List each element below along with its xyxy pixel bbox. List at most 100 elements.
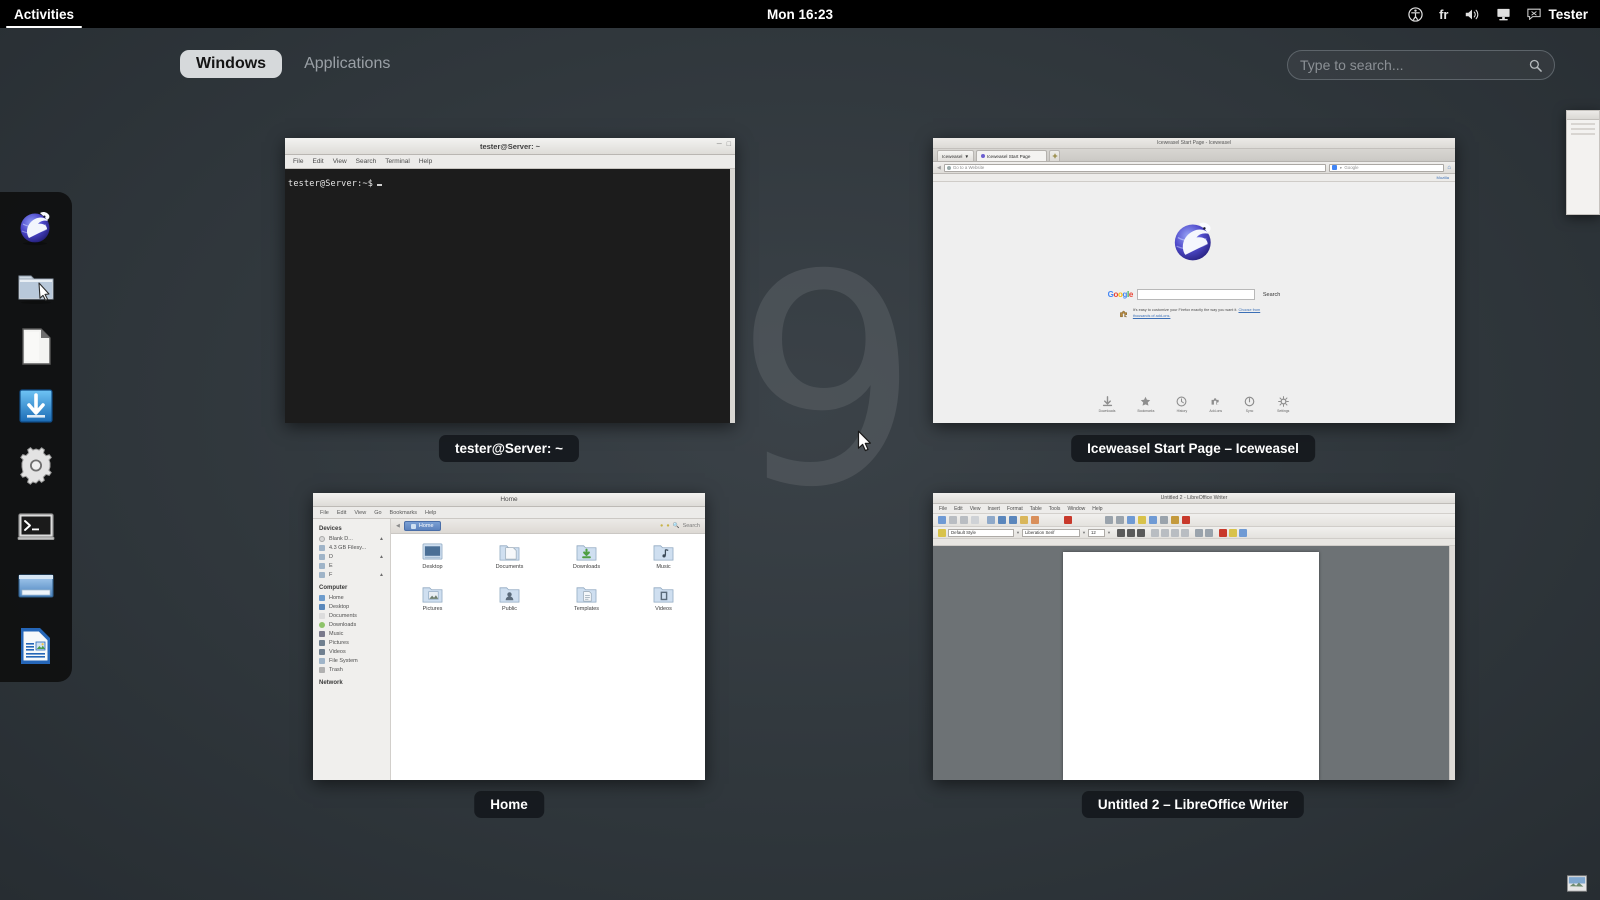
align-center-icon[interactable] — [1160, 528, 1169, 537]
file-item[interactable]: Desktop — [395, 542, 470, 582]
font-color-icon[interactable] — [1218, 528, 1227, 537]
chevron-down-icon[interactable]: ▼ — [1082, 530, 1086, 535]
dash-item-terminal[interactable] — [12, 502, 60, 550]
breadcrumb-home[interactable]: Home — [403, 521, 441, 531]
dash-item-files[interactable] — [12, 262, 60, 310]
eject-icon[interactable]: ▲ — [379, 536, 384, 542]
menu-view[interactable]: View — [333, 158, 347, 165]
special-char-icon[interactable] — [1182, 516, 1190, 524]
menu-file[interactable]: File — [320, 510, 329, 516]
sidebar-item-pictures[interactable]: Pictures — [313, 638, 390, 647]
window-clone-iceweasel[interactable]: Iceweasel Start Page - Iceweasel Iceweas… — [933, 138, 1455, 423]
shortcut-sync[interactable]: Sync — [1244, 396, 1255, 413]
menu-bookmarks[interactable]: Bookmarks — [390, 510, 418, 516]
bookmark-icon[interactable] — [1160, 516, 1168, 524]
sidebar-item-home[interactable]: Home — [313, 593, 390, 602]
dash-item-downloader[interactable] — [12, 382, 60, 430]
menu-table[interactable]: Table — [1030, 506, 1042, 512]
hyperlink-icon[interactable] — [1138, 516, 1146, 524]
shortcut-downloads[interactable]: Downloads — [1099, 396, 1115, 413]
insert-table-icon[interactable] — [1105, 516, 1113, 524]
underline-icon[interactable] — [1136, 528, 1145, 537]
window-label-home[interactable]: Home — [474, 791, 544, 818]
url-bar[interactable]: Go to a Website — [943, 163, 1327, 172]
menu-edit[interactable]: Edit — [954, 506, 963, 512]
list-number-icon[interactable] — [1204, 528, 1213, 537]
dash-item-writer[interactable] — [12, 622, 60, 670]
undo-icon[interactable] — [1020, 516, 1028, 524]
sidebar-device-e[interactable]: E — [313, 561, 390, 570]
bookmark-item-mozilla[interactable]: Mozilla — [1437, 175, 1449, 180]
spellcheck-icon[interactable] — [1064, 516, 1072, 524]
clock-button[interactable]: Mon 16:23 — [767, 0, 833, 28]
menu-tools[interactable]: Tools — [1049, 506, 1061, 512]
menu-file[interactable]: File — [293, 158, 303, 165]
google-search-button[interactable]: Search — [1263, 292, 1280, 298]
home-icon[interactable]: ⌂ — [1447, 165, 1451, 171]
sidebar-item-desktop[interactable]: Desktop — [313, 602, 390, 611]
accessibility-icon[interactable] — [1408, 6, 1423, 22]
formatting-marks-icon[interactable] — [1171, 516, 1179, 524]
menu-help[interactable]: Help — [1092, 506, 1102, 512]
file-item[interactable]: Downloads — [549, 542, 624, 582]
font-size-combo[interactable]: 12 — [1087, 528, 1105, 537]
menu-edit[interactable]: Edit — [312, 158, 323, 165]
dash-item-libreoffice[interactable] — [12, 322, 60, 370]
terminal-body[interactable]: tester@Server:~$ — [285, 169, 735, 423]
file-item[interactable]: Public — [472, 584, 547, 624]
zoom-out-icon[interactable]: ● — [660, 523, 663, 529]
align-justify-icon[interactable] — [1180, 528, 1189, 537]
writer-page[interactable] — [1063, 552, 1319, 780]
window-clone-home[interactable]: Home File Edit View Go Bookmarks Help De… — [313, 493, 705, 780]
menu-terminal[interactable]: Terminal — [385, 158, 410, 165]
sidebar-device-filesystem[interactable]: 4.3 GB Filesy... — [313, 543, 390, 552]
maximize-icon[interactable]: □ — [727, 141, 731, 148]
background-color-icon[interactable] — [1238, 528, 1247, 537]
shortcut-addons[interactable]: Add-ons — [1209, 396, 1222, 413]
menu-window[interactable]: Window — [1067, 506, 1085, 512]
chevron-down-icon[interactable]: ▼ — [1107, 530, 1111, 535]
align-right-icon[interactable] — [1170, 528, 1179, 537]
window-clone-offscreen[interactable] — [1566, 110, 1600, 215]
file-item[interactable]: Videos — [626, 584, 701, 624]
menu-file[interactable]: File — [939, 506, 947, 512]
window-clone-writer[interactable]: Untitled 2 - LibreOffice Writer File Edi… — [933, 493, 1455, 780]
redo-icon[interactable] — [1031, 516, 1039, 524]
writer-document-area[interactable] — [933, 546, 1449, 780]
window-label-iceweasel[interactable]: Iceweasel Start Page – Iceweasel — [1071, 435, 1315, 462]
sidebar-item-trash[interactable]: Trash — [313, 665, 390, 674]
back-icon[interactable]: ◀ — [396, 523, 400, 529]
menu-help[interactable]: Help — [425, 510, 436, 516]
file-item[interactable]: Music — [626, 542, 701, 582]
eject-icon[interactable]: ▲ — [379, 554, 384, 560]
tab-applications[interactable]: Applications — [288, 50, 406, 78]
home-search-box[interactable]: ● ● 🔍 Search — [660, 523, 700, 529]
window-clone-terminal[interactable]: tester@Server: ~ ─ □ File Edit View Sear… — [285, 138, 735, 423]
paragraph-style-combo[interactable]: Default Style — [948, 528, 1014, 537]
italic-icon[interactable] — [1126, 528, 1135, 537]
sidebar-device-f[interactable]: F ▲ — [313, 570, 390, 579]
new-tab-button[interactable] — [1049, 150, 1061, 161]
file-item[interactable]: Pictures — [395, 584, 470, 624]
new-doc-icon[interactable] — [938, 516, 946, 524]
message-tray-button[interactable] — [1564, 872, 1590, 894]
sidebar-item-documents[interactable]: Documents — [313, 611, 390, 620]
print-preview-icon[interactable] — [998, 516, 1006, 524]
activities-button[interactable]: Activities — [0, 0, 88, 28]
email-icon[interactable] — [971, 516, 979, 524]
menu-format[interactable]: Format — [1007, 506, 1023, 512]
browser-tab[interactable]: Iceweasel Start Page — [975, 150, 1048, 161]
tab-windows[interactable]: Windows — [180, 50, 283, 78]
window-label-writer[interactable]: Untitled 2 – LibreOffice Writer — [1081, 791, 1305, 818]
font-name-combo[interactable]: Liberation Serif — [1021, 528, 1080, 537]
display-icon[interactable] — [1496, 7, 1511, 22]
menu-edit[interactable]: Edit — [337, 510, 346, 516]
menu-help[interactable]: Help — [419, 158, 432, 165]
search-input[interactable] — [1300, 57, 1529, 73]
file-item[interactable]: Templates — [549, 584, 624, 624]
eject-icon[interactable]: ▲ — [379, 572, 384, 578]
menu-view[interactable]: View — [354, 510, 366, 516]
chevron-down-icon[interactable]: ▼ — [1016, 530, 1020, 535]
export-pdf-icon[interactable] — [1009, 516, 1017, 524]
sidebar-device-d[interactable]: D ▲ — [313, 552, 390, 561]
